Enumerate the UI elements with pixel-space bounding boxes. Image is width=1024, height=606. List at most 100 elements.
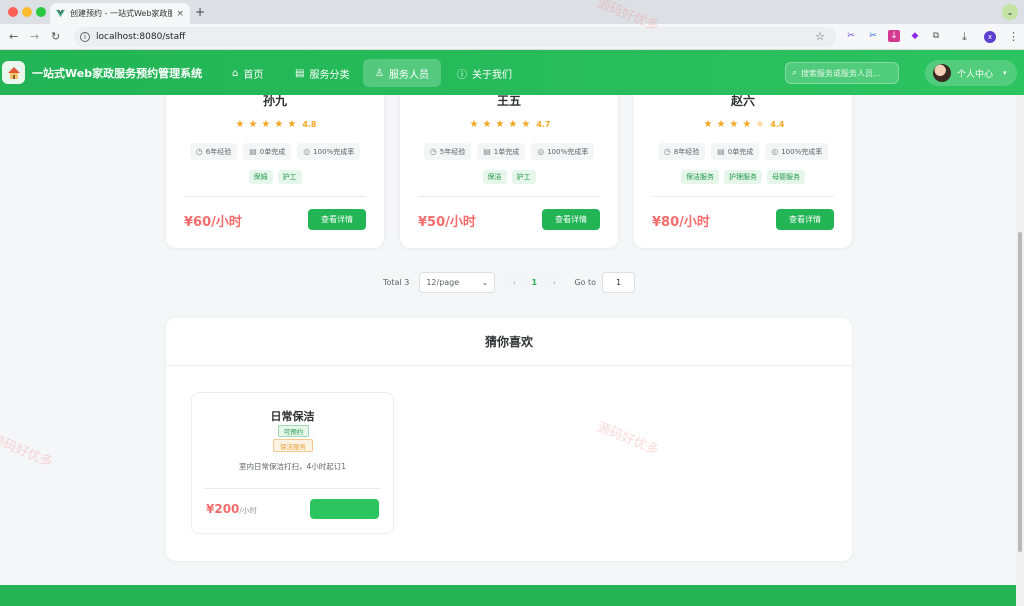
nav-staff[interactable]: ♙ 服务人员 [363, 59, 441, 87]
browser-menu-icon[interactable]: ⋮ [1008, 30, 1019, 43]
half-star-icon: ★ [755, 119, 765, 130]
nav-about[interactable]: ⓘ 关于我们 [445, 59, 524, 87]
scrollbar-thumb[interactable] [1018, 232, 1022, 552]
star-icon: ★ [287, 119, 297, 130]
nav-home[interactable]: ⌂ 首页 [220, 59, 275, 87]
star-icon: ★ [716, 119, 726, 130]
tab-close-icon[interactable]: × [176, 9, 184, 19]
rating-stars: ★ ★ ★ ★ ★ 4.7 [400, 119, 618, 130]
skill-tags: 保洁 护工 [400, 170, 618, 184]
extension-scissors-icon[interactable]: ✂ [845, 30, 857, 42]
skill-tag: 护工 [277, 170, 302, 184]
vue-icon [56, 9, 65, 18]
star-icon: ★ [274, 119, 284, 130]
service-price-value: ¥200 [206, 502, 240, 516]
view-details-button[interactable]: 查看详情 [776, 209, 834, 230]
service-card[interactable]: 日常保洁 可预约 保洁服务 室内日常保洁打扫，4小时起订1 ¥200/小时 [191, 392, 394, 534]
clock-icon: ◷ [195, 147, 203, 156]
back-icon[interactable]: ← [9, 30, 18, 43]
extension-ghost-icon[interactable]: ◆ [909, 30, 921, 42]
document-icon: ▤ [717, 147, 725, 156]
page-scrollbar[interactable] [1016, 95, 1024, 606]
download-icon[interactable]: ⤓ [962, 30, 967, 44]
recommend-section: 猜你喜欢 日常保洁 可预约 保洁服务 室内日常保洁打扫，4小时起订1 ¥200/… [166, 318, 852, 561]
star-icon: ★ [703, 119, 713, 130]
extension-scissors-blue-icon[interactable]: ✂ [867, 30, 879, 42]
experience-stat: ◷ 5年经验 [423, 143, 472, 160]
bookmark-star-icon[interactable]: ☆ [815, 30, 825, 43]
rating-stars: ★ ★ ★ ★ ★ 4.8 [166, 119, 384, 130]
star-icon: ★ [248, 119, 258, 130]
forward-icon[interactable]: → [30, 30, 39, 43]
star-icon: ★ [495, 119, 505, 130]
staff-price: ¥80/小时 [652, 215, 710, 230]
staff-price: ¥50/小时 [418, 215, 476, 230]
view-details-button[interactable]: 查看详情 [542, 209, 600, 230]
star-icon: ★ [521, 119, 531, 130]
next-page-button[interactable]: › [544, 273, 565, 292]
experience-stat: ◷ 6年经验 [189, 143, 238, 160]
staff-card[interactable]: 孙九 ★ ★ ★ ★ ★ 4.8 ◷ 6年经验 ▤ 0单完成 ◎ 100%完成率 保姆… [166, 95, 384, 248]
extensions-puzzle-icon[interactable]: ⧉ [930, 30, 942, 42]
view-details-button[interactable]: 查看详情 [308, 209, 366, 230]
search-input[interactable]: ⌕ 搜索服务或服务人员... [785, 62, 899, 84]
tab-search-button[interactable]: ⌄ [1002, 4, 1018, 20]
clock-icon: ◷ [663, 147, 671, 156]
extension-download-icon[interactable]: ↓ [888, 30, 900, 42]
staff-stats: ◷ 6年经验 ▤ 0单完成 ◎ 100%完成率 [166, 143, 384, 160]
search-icon: ⌕ [792, 68, 798, 78]
prev-page-button[interactable]: ‹ [504, 273, 525, 292]
close-window-button[interactable] [8, 7, 18, 17]
staff-card[interactable]: 赵六 ★ ★ ★ ★ ★ 4.4 ◷ 8年经验 ▤ 0单完成 ◎ 100%完成率 保洁… [634, 95, 852, 248]
star-icon: ★ [729, 119, 739, 130]
document-icon: ▤ [483, 147, 491, 156]
status-badge: 可预约 [278, 425, 309, 437]
book-service-button[interactable] [310, 499, 379, 519]
user-center-label: 个人中心 [957, 69, 994, 80]
completion-stat: ◎ 100%完成率 [765, 143, 829, 160]
profile-avatar[interactable]: x [984, 31, 996, 43]
browser-tab[interactable]: 创建预约 - 一站式Web家政服务 × [50, 3, 190, 24]
completion-stat: ◎ 100%完成率 [531, 143, 595, 160]
chevron-down-icon: ⌄ [481, 278, 489, 287]
new-tab-button[interactable]: + [195, 5, 205, 19]
page-number-button[interactable]: 1 [524, 273, 545, 292]
avatar [933, 64, 951, 82]
url-field[interactable]: i localhost:8080/staff [74, 27, 836, 47]
nav-about-label: 关于我们 [472, 69, 512, 81]
rating-stars: ★ ★ ★ ★ ★ 4.4 [634, 119, 852, 130]
user-center-dropdown[interactable]: 个人中心 ▾ [925, 60, 1017, 86]
check-circle-icon: ◎ [303, 147, 311, 156]
staff-stats: ◷ 8年经验 ▤ 0单完成 ◎ 100%完成率 [634, 143, 852, 160]
page-size-select[interactable]: 12/page ⌄ [419, 272, 496, 293]
star-icon: ★ [469, 119, 479, 130]
minimize-window-button[interactable] [22, 7, 32, 17]
check-circle-icon: ◎ [537, 147, 545, 156]
orders-text: 0单完成 [259, 147, 286, 156]
goto-page-input[interactable]: 1 [602, 272, 635, 293]
experience-text: 5年经验 [439, 147, 466, 156]
orders-stat: ▤ 0单完成 [711, 143, 760, 160]
service-price: ¥200/小时 [206, 502, 257, 516]
skill-tag: 保姆 [248, 170, 273, 184]
category-badge: 保洁服务 [273, 439, 313, 452]
document-icon: ▤ [249, 147, 257, 156]
staff-card[interactable]: 王五 ★ ★ ★ ★ ★ 4.7 ◷ 5年经验 ▤ 1单完成 ◎ 100%完成率 保洁… [400, 95, 618, 248]
address-bar-row: ← → ↻ i localhost:8080/staff ☆ ✂ ✂ ↓ ◆ ⧉… [0, 24, 1024, 50]
skill-tags: 保洁服务 护理服务 母婴服务 [634, 170, 852, 184]
divider [184, 196, 366, 197]
site-info-icon[interactable]: i [80, 32, 90, 42]
nav-categories[interactable]: ▤ 服务分类 [283, 59, 361, 87]
skill-tag: 护工 [511, 170, 536, 184]
maximize-window-button[interactable] [36, 7, 46, 17]
reload-icon[interactable]: ↻ [51, 30, 60, 43]
nav-categories-label: 服务分类 [309, 69, 350, 81]
tab-title: 创建预约 - 一站式Web家政服务 [70, 9, 173, 18]
house-logo-icon[interactable] [2, 61, 25, 84]
nav-home-label: 首页 [243, 69, 264, 81]
skill-tag: 保洁服务 [681, 170, 719, 184]
skill-tag: 母婴服务 [767, 170, 805, 184]
rating-value: 4.7 [536, 120, 551, 129]
page-buttons: ‹ 1 › [504, 273, 565, 292]
nav-staff-label: 服务人员 [388, 69, 429, 81]
